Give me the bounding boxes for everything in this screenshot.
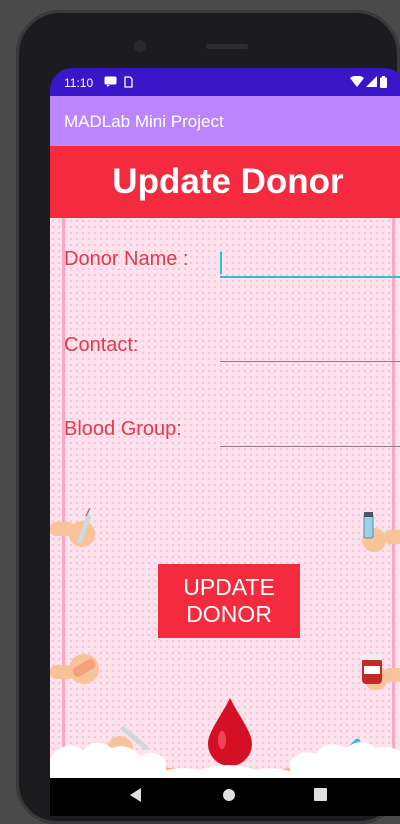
app-title: MADLab Mini Project [64, 112, 224, 131]
update-button-label: UPDATE DONOR [183, 574, 275, 627]
battery-icon [380, 76, 387, 91]
signal-icon [366, 76, 377, 90]
cloud-icon [50, 742, 400, 778]
donor-name-underline [220, 276, 400, 278]
update-donor-button[interactable]: UPDATE DONOR [158, 564, 300, 638]
back-icon[interactable] [130, 788, 142, 807]
blood-group-label: Blood Group: [64, 418, 182, 440]
contact-input[interactable] [220, 330, 400, 362]
app-bar: MADLab Mini Project [50, 96, 400, 146]
page-banner: Update Donor [50, 146, 400, 218]
blood-group-underline [220, 446, 400, 447]
bandage-hand-icon [50, 654, 99, 684]
page-title: Update Donor [112, 162, 344, 201]
pill-bottle-hand-icon [362, 654, 400, 690]
donor-name-label: Donor Name : [64, 248, 189, 270]
home-icon[interactable] [222, 788, 236, 807]
syringe-hand-icon [50, 508, 95, 547]
phone-frame: 11:10 MADLab Mini Project Update Donor D… [16, 10, 400, 824]
vial-hand-icon [362, 512, 400, 552]
recents-icon[interactable] [314, 788, 327, 806]
navigation-bar [50, 780, 400, 816]
earpiece-speaker [206, 44, 248, 49]
status-time: 11:10 [64, 76, 94, 90]
contact-label: Contact: [64, 334, 139, 356]
screen: 11:10 MADLab Mini Project Update Donor D… [50, 68, 400, 816]
status-bar: 11:10 [50, 68, 400, 96]
message-icon [104, 76, 117, 90]
text-cursor [220, 252, 222, 274]
front-camera [134, 40, 146, 52]
donor-name-input[interactable] [220, 246, 400, 278]
update-donor-form: Donor Name : Contact: Blood Group: UPDAT… [50, 218, 400, 778]
blood-group-input[interactable] [220, 414, 400, 446]
sim-icon [124, 76, 133, 91]
wifi-icon [350, 75, 364, 90]
contact-underline [220, 361, 400, 362]
